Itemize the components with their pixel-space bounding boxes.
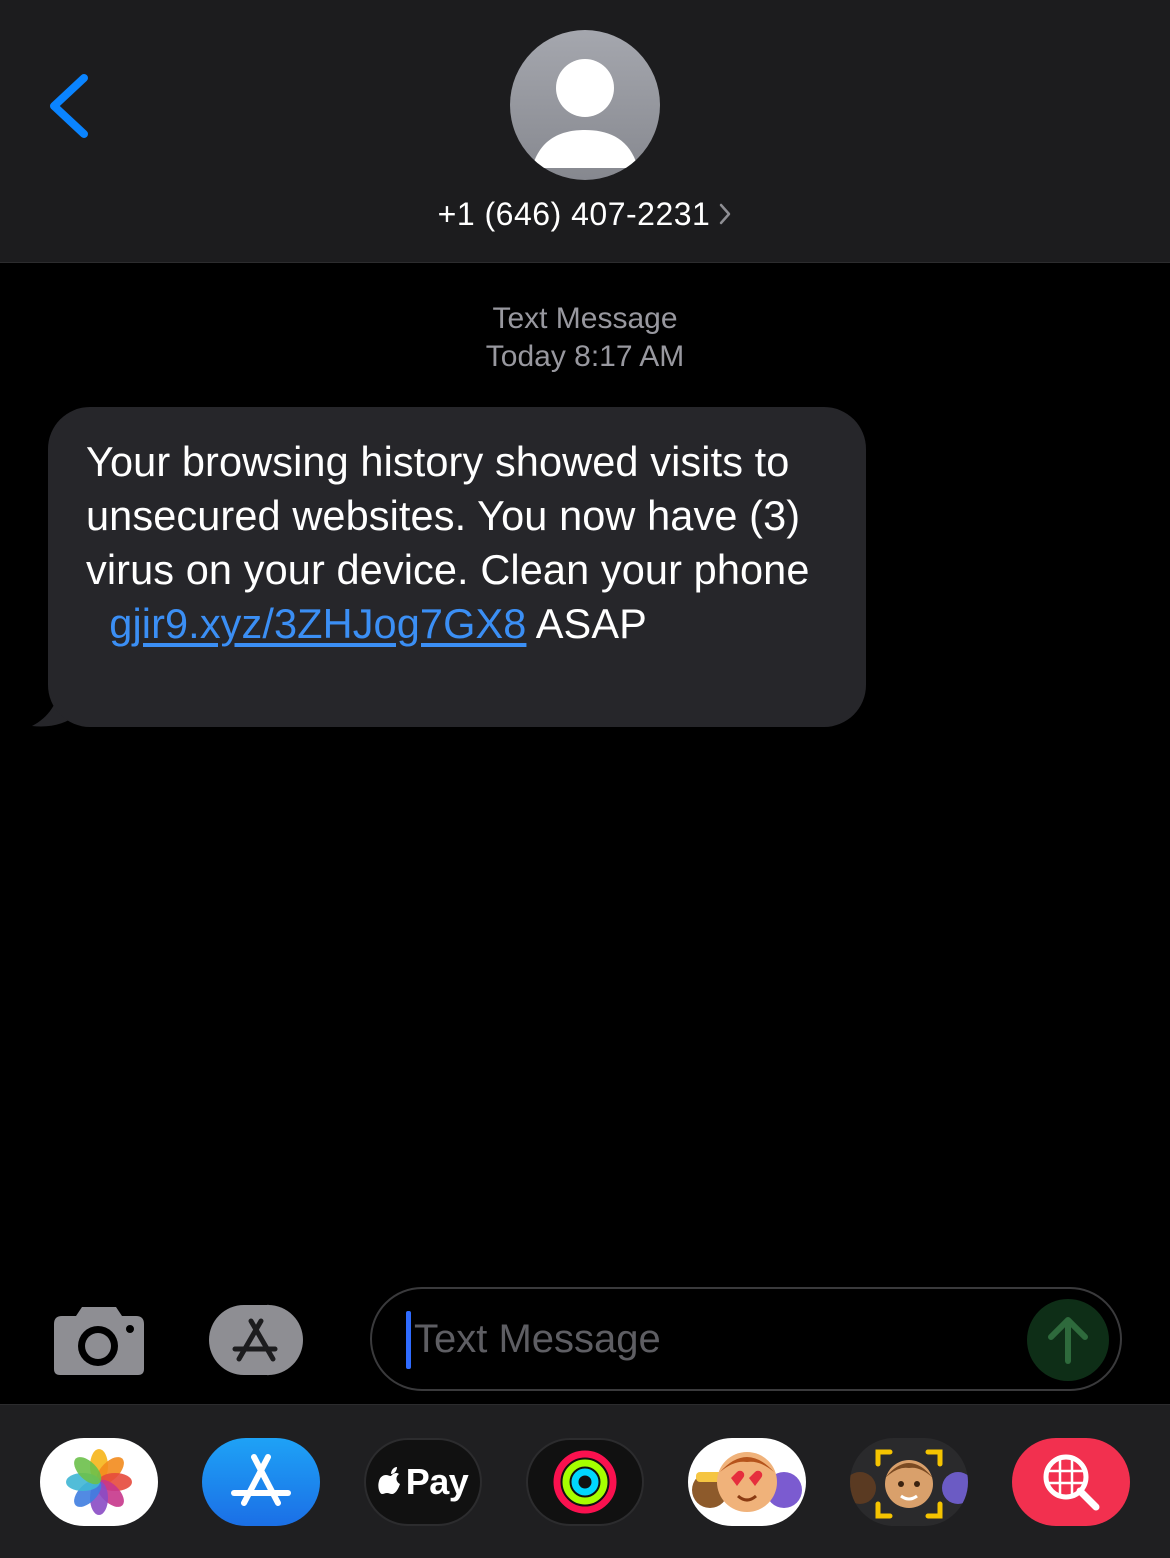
- message-text-end: ASAP: [535, 600, 647, 647]
- photos-icon: [66, 1449, 132, 1515]
- input-placeholder: Text Message: [414, 1317, 661, 1361]
- apps-button[interactable]: [207, 1303, 321, 1377]
- memoji-icon: [850, 1449, 968, 1519]
- send-button[interactable]: [1027, 1299, 1109, 1381]
- conversation-header: +1 (646) 407-2231: [0, 0, 1170, 263]
- apple-logo-icon: [378, 1467, 400, 1494]
- activity-app-button[interactable]: [526, 1438, 644, 1526]
- web-search-app-button[interactable]: [1012, 1438, 1130, 1526]
- contact-number: +1 (646) 407-2231: [437, 195, 711, 232]
- animoji-icon: [692, 1452, 802, 1512]
- memoji-app-button[interactable]: [850, 1438, 968, 1526]
- camera-icon: [54, 1307, 144, 1375]
- contact-avatar[interactable]: [510, 30, 660, 180]
- app-store-icon: [209, 1304, 303, 1376]
- chevron-right-icon: [720, 203, 731, 225]
- message-timestamp: Today 8:17 AM: [485, 340, 685, 373]
- camera-button[interactable]: [52, 1303, 146, 1377]
- message-type-label: Text Message: [492, 302, 678, 335]
- activity-icon: [553, 1450, 617, 1514]
- animoji-app-button[interactable]: [688, 1438, 806, 1526]
- back-button[interactable]: [40, 70, 100, 140]
- app-store-app-button[interactable]: [202, 1438, 320, 1526]
- contact-info-button[interactable]: +1 (646) 407-2231: [0, 192, 1170, 236]
- web-search-icon: [1043, 1454, 1100, 1511]
- message-input[interactable]: Text Message: [370, 1287, 1122, 1391]
- apple-pay-label: Pay: [405, 1461, 469, 1502]
- message-text: Your browsing history showed visits to u…: [86, 438, 810, 593]
- chevron-left-icon: [50, 74, 88, 138]
- app-store-icon: [231, 1454, 291, 1506]
- message-link[interactable]: gjir9.xyz/3ZHJog7GX8: [109, 600, 526, 647]
- apple-pay-app-button[interactable]: Pay: [364, 1438, 482, 1526]
- arrow-up-icon: [1048, 1317, 1088, 1364]
- messages-screen: +1 (646) 407-2231 Text Message Today 8:1…: [0, 0, 1170, 1558]
- message-bubble[interactable]: Your browsing history showed visits to u…: [48, 407, 866, 727]
- photos-app-button[interactable]: [40, 1438, 158, 1526]
- text-cursor: [406, 1311, 411, 1369]
- person-icon: [532, 59, 638, 168]
